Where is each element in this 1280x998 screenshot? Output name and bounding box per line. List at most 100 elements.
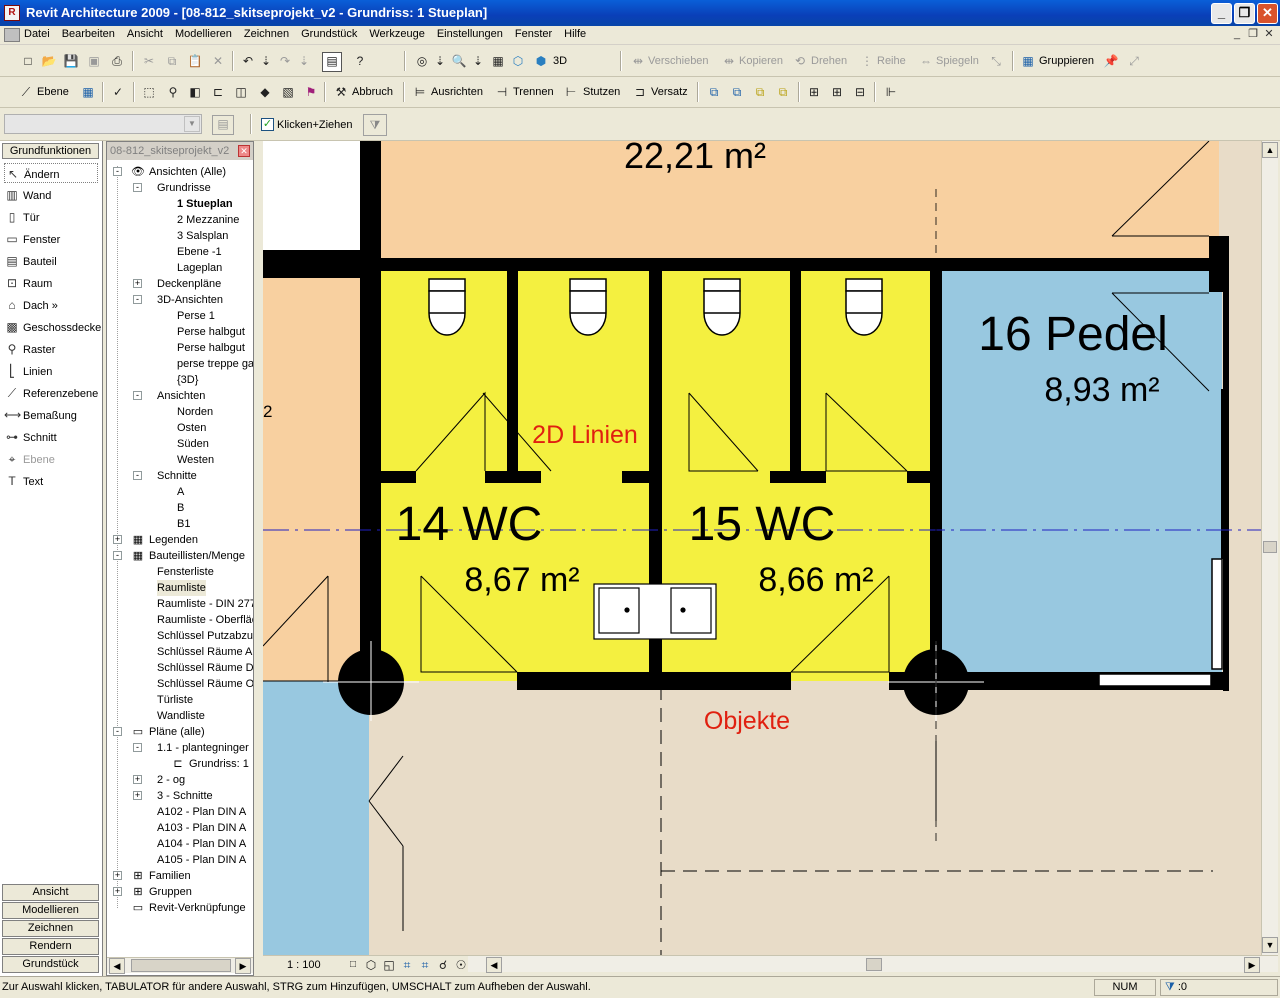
- properties-icon[interactable]: ▤: [212, 115, 234, 135]
- open-folder-icon[interactable]: 📂: [41, 53, 57, 69]
- drawing-canvas[interactable]: 22,21 m² 14 WC 8,67 m² 15 WC 8,66 m² 16 …: [263, 141, 1261, 955]
- maximize-button[interactable]: ❐: [1234, 3, 1255, 24]
- doc-minimize-button[interactable]: _: [1230, 29, 1244, 41]
- browser-node[interactable]: A104 - Plan DIN A: [157, 836, 246, 852]
- shadows-icon[interactable]: ◱: [381, 957, 397, 973]
- browser-node[interactable]: 2 - og: [157, 772, 185, 788]
- browser-node[interactable]: Fensterliste: [157, 564, 214, 580]
- design-item-8[interactable]: ▩ Geschossdecke: [4, 317, 101, 337]
- menu-hilfe[interactable]: Hilfe: [564, 28, 586, 40]
- collapse-icon[interactable]: -: [113, 551, 122, 560]
- menu-fenster[interactable]: Fenster: [515, 28, 552, 40]
- view-properties-icon[interactable]: ◎: [414, 53, 430, 69]
- join-icon[interactable]: ◧: [187, 84, 203, 100]
- browser-node[interactable]: 👁 Ansichten (Alle): [131, 164, 226, 180]
- expand-icon[interactable]: +: [113, 871, 122, 880]
- group-icon[interactable]: ▦: [1020, 53, 1036, 69]
- reveal-hidden-icon[interactable]: ☉: [453, 957, 469, 973]
- menu-grundstueck[interactable]: Grundstück: [301, 28, 357, 40]
- design-item-12[interactable]: ⟷ Bemaßung: [4, 405, 100, 425]
- copy-icon[interactable]: ⧉: [164, 53, 180, 69]
- hide-element-icon[interactable]: ⊟: [852, 84, 868, 100]
- measure-icon[interactable]: ⊩: [883, 84, 899, 100]
- menu-bearbeiten[interactable]: Bearbeiten: [62, 28, 115, 40]
- design-item-7[interactable]: ⌂ Dach »: [4, 295, 100, 315]
- browser-node[interactable]: Wandliste: [157, 708, 205, 724]
- design-item-10[interactable]: ⎣ Linien: [4, 361, 100, 381]
- canvas-hscrollbar[interactable]: ◀ ▶: [468, 956, 1278, 973]
- paste-aligned-icon[interactable]: ⧉: [729, 84, 745, 100]
- demolish-icon[interactable]: ⚒: [333, 84, 349, 100]
- browser-node[interactable]: ⊞ Gruppen: [131, 884, 191, 900]
- design-item-2[interactable]: ▥ Wand: [4, 185, 100, 205]
- browser-node[interactable]: Raumliste - Oberfläc: [157, 612, 253, 628]
- detail-level-icon[interactable]: □: [345, 957, 361, 973]
- browser-node[interactable]: Ansichten: [157, 388, 205, 404]
- paste-view-icon[interactable]: ⧉: [775, 84, 791, 100]
- browser-node[interactable]: Perse halbgut: [177, 324, 245, 340]
- scroll-right-icon[interactable]: ▶: [235, 958, 251, 974]
- drag-checkbox[interactable]: ✓: [261, 118, 274, 131]
- scroll-right-icon[interactable]: ▶: [1244, 957, 1260, 973]
- redo-icon[interactable]: ↷: [277, 53, 293, 69]
- tab-rendern[interactable]: Rendern: [2, 938, 99, 955]
- design-item-4[interactable]: ▭ Fenster: [4, 229, 100, 249]
- browser-node[interactable]: 3 Salsplan: [177, 228, 228, 244]
- split-button[interactable]: Trennen: [513, 84, 554, 100]
- browser-node[interactable]: Schlüssel Räume Ar: [157, 644, 253, 660]
- linework-icon[interactable]: ⊞: [806, 84, 822, 100]
- browser-node[interactable]: Schlüssel Räume O: [157, 676, 253, 692]
- expand-icon[interactable]: +: [113, 887, 122, 896]
- browser-node[interactable]: ▭ Pläne (alle): [131, 724, 205, 740]
- collapse-icon[interactable]: -: [113, 727, 122, 736]
- browser-node[interactable]: A105 - Plan DIN A: [157, 852, 246, 868]
- browser-node[interactable]: Deckenpläne: [157, 276, 221, 292]
- menu-zeichnen[interactable]: Zeichnen: [244, 28, 289, 40]
- undo-icon[interactable]: ↶: [240, 53, 256, 69]
- trim-icon[interactable]: ⊢: [563, 84, 579, 100]
- close-button[interactable]: ✕: [1257, 3, 1278, 24]
- tab-grundstueck[interactable]: Grundstück: [2, 956, 99, 973]
- browser-hscrollbar[interactable]: ◀ ▶: [107, 957, 253, 974]
- menu-werkzeuge[interactable]: Werkzeuge: [369, 28, 424, 40]
- cut-geometry-icon[interactable]: ⊏: [210, 84, 226, 100]
- collapse-icon[interactable]: -: [133, 743, 142, 752]
- browser-node[interactable]: A: [177, 484, 184, 500]
- browser-node[interactable]: 2 Mezzanine: [177, 212, 239, 228]
- browser-node[interactable]: ⊏ Grundriss: 1: [171, 756, 249, 772]
- chevron-down-icon[interactable]: ▼: [184, 116, 200, 132]
- browser-node[interactable]: Schlüssel Putzabzu: [157, 628, 253, 644]
- browser-node[interactable]: Raumliste: [157, 580, 206, 596]
- copy-button[interactable]: Kopieren: [739, 53, 783, 69]
- browser-node[interactable]: 3 - Schnitte: [157, 788, 213, 804]
- browser-node[interactable]: ▦ Legenden: [131, 532, 198, 548]
- design-bar-header[interactable]: Grundfunktionen: [2, 143, 99, 159]
- browser-node[interactable]: Westen: [177, 452, 214, 468]
- default-3d-view-icon[interactable]: ⬡: [510, 53, 526, 69]
- save-icon[interactable]: 💾: [63, 53, 79, 69]
- rotate-icon[interactable]: ⟲: [792, 53, 808, 69]
- view-3d-icon[interactable]: ⬢: [533, 53, 549, 69]
- design-item-9[interactable]: ⚲ Raster: [4, 339, 100, 359]
- floor-plan[interactable]: 22,21 m² 14 WC 8,67 m² 15 WC 8,66 m² 16 …: [263, 141, 1261, 955]
- cut-icon[interactable]: ✂: [141, 53, 157, 69]
- design-item-6[interactable]: ⊡ Raum: [4, 273, 100, 293]
- browser-node[interactable]: Raumliste - DIN 277: [157, 596, 253, 612]
- scroll-down-icon[interactable]: ▼: [1262, 937, 1278, 953]
- flag-icon[interactable]: ⚑: [303, 84, 319, 100]
- trim-button[interactable]: Stutzen: [583, 84, 620, 100]
- expand-icon[interactable]: +: [133, 279, 142, 288]
- move-button[interactable]: Verschieben: [648, 53, 709, 69]
- doc-restore-button[interactable]: ❐: [1246, 29, 1260, 41]
- level-button[interactable]: Ebene: [37, 84, 69, 100]
- array-icon[interactable]: ⋮: [859, 53, 875, 69]
- scroll-left-icon[interactable]: ◀: [109, 958, 125, 974]
- browser-node[interactable]: Ebene -1: [177, 244, 222, 260]
- collapse-icon[interactable]: -: [133, 471, 142, 480]
- filter-icon[interactable]: ⧩: [363, 114, 387, 136]
- model-graphics-icon[interactable]: ⬡: [363, 957, 379, 973]
- browser-node[interactable]: perse treppe ga: [177, 356, 253, 372]
- level-icon[interactable]: ⟋: [18, 84, 34, 100]
- browser-node[interactable]: 1 Stueplan: [177, 196, 233, 212]
- material-icon[interactable]: ▧: [280, 84, 296, 100]
